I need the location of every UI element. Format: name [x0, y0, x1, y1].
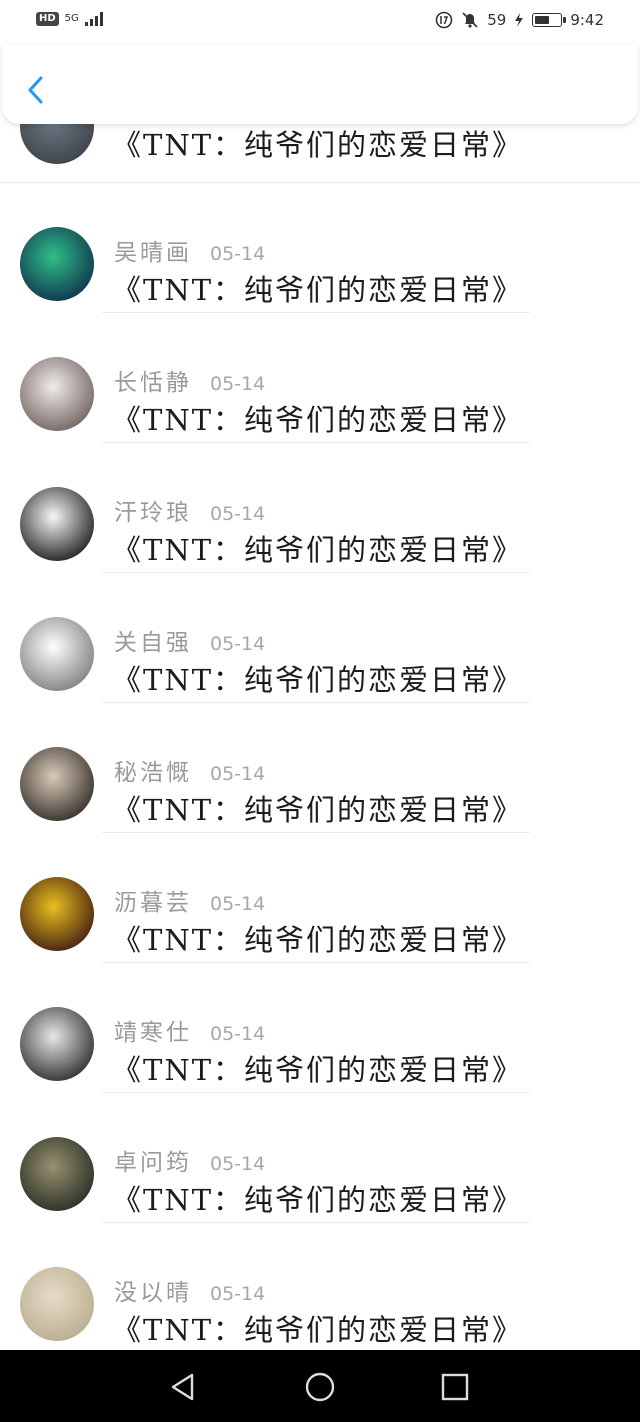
list-item[interactable]: 靖寒仕 05-14 《TNT：纯爷们的恋爱日常》	[0, 963, 640, 1093]
post-date: 05-14	[210, 1023, 266, 1045]
system-nav-bar	[0, 1350, 640, 1422]
list-item[interactable]: 秘浩慨 05-14 《TNT：纯爷们的恋爱日常》	[0, 703, 640, 833]
user-name: 长恬静	[114, 370, 192, 396]
status-left: HD 5G	[36, 12, 105, 26]
post-date: 05-14	[210, 243, 266, 265]
item-title[interactable]: 《TNT：纯爷们的恋爱日常》	[112, 1177, 523, 1219]
item-title[interactable]: 《TNT：纯爷们的恋爱日常》	[112, 1047, 523, 1089]
list-item[interactable]: 卓问筠 05-14 《TNT：纯爷们的恋爱日常》	[0, 1093, 640, 1223]
item-title[interactable]: 《TNT：纯爷们的恋爱日常》	[112, 657, 523, 699]
recents-square-icon[interactable]	[438, 1370, 472, 1404]
signal-icon	[84, 12, 103, 26]
item-title[interactable]: 《TNT：纯爷们的恋爱日常》	[112, 1307, 523, 1349]
avatar[interactable]	[20, 1007, 94, 1081]
list-item[interactable]: 长恬静 05-14 《TNT：纯爷们的恋爱日常》	[0, 313, 640, 443]
item-title[interactable]: 《TNT：纯爷们的恋爱日常》	[112, 122, 523, 164]
user-name: 靖寒仕	[114, 1020, 192, 1046]
item-meta: 长恬静 05-14	[114, 363, 265, 397]
item-meta: 汗玲琅 05-14	[114, 493, 265, 527]
app-header	[2, 44, 638, 124]
home-circle-icon[interactable]	[303, 1370, 337, 1404]
item-title[interactable]: 《TNT：纯爷们的恋爱日常》	[112, 917, 523, 959]
avatar[interactable]	[20, 747, 94, 821]
avatar[interactable]	[20, 357, 94, 431]
back-triangle-icon[interactable]	[166, 1370, 200, 1404]
item-meta: 沥暮芸 05-14	[114, 883, 265, 917]
charging-bolt-icon	[515, 13, 524, 27]
list-item[interactable]: 吴晴画 05-14 《TNT：纯爷们的恋爱日常》	[0, 183, 640, 313]
user-name: 秘浩慨	[114, 760, 192, 786]
item-meta: 卓问筠 05-14	[114, 1143, 265, 1177]
post-date: 05-14	[210, 503, 266, 525]
mute-bell-icon	[462, 12, 478, 28]
avatar[interactable]	[20, 227, 94, 301]
data-saver-icon	[435, 11, 453, 29]
post-date: 05-14	[210, 373, 266, 395]
user-name: 关自强	[114, 630, 192, 656]
list-item[interactable]: 沥暮芸 05-14 《TNT：纯爷们的恋爱日常》	[0, 833, 640, 963]
item-meta: 靖寒仕 05-14	[114, 1013, 265, 1047]
status-bar: HD 5G 59 9:42	[0, 0, 640, 44]
battery-icon	[532, 13, 567, 27]
item-meta: 秘浩慨 05-14	[114, 753, 265, 787]
list-item[interactable]: 汗玲琅 05-14 《TNT：纯爷们的恋爱日常》	[0, 443, 640, 573]
avatar[interactable]	[20, 1267, 94, 1341]
avatar[interactable]	[20, 487, 94, 561]
item-title[interactable]: 《TNT：纯爷们的恋爱日常》	[112, 267, 523, 309]
list-item[interactable]: 没以晴 05-14 《TNT：纯爷们的恋爱日常》	[0, 1223, 640, 1353]
chevron-left-icon[interactable]	[24, 72, 48, 108]
hd-badge: HD	[36, 12, 59, 26]
chapter-list: 《TNT：纯爷们的恋爱日常》 吴晴画 05-14 《TNT：纯爷们的恋爱日常》 长恬静 0…	[0, 60, 640, 1353]
user-name: 沥暮芸	[114, 890, 192, 916]
user-name: 没以晴	[114, 1280, 192, 1306]
status-right: 59 9:42	[435, 11, 604, 29]
network-label: 5G	[64, 13, 79, 24]
item-meta: 没以晴 05-14	[114, 1273, 265, 1307]
post-date: 05-14	[210, 893, 266, 915]
post-date: 05-14	[210, 1283, 266, 1305]
clock: 9:42	[570, 11, 604, 29]
item-title[interactable]: 《TNT：纯爷们的恋爱日常》	[112, 527, 523, 569]
avatar[interactable]	[20, 1137, 94, 1211]
item-title[interactable]: 《TNT：纯爷们的恋爱日常》	[112, 787, 523, 829]
avatar[interactable]	[20, 877, 94, 951]
user-name: 卓问筠	[114, 1150, 192, 1176]
battery-percent: 59	[487, 11, 507, 29]
list-item[interactable]: 关自强 05-14 《TNT：纯爷们的恋爱日常》	[0, 573, 640, 703]
avatar[interactable]	[20, 617, 94, 691]
item-title[interactable]: 《TNT：纯爷们的恋爱日常》	[112, 397, 523, 439]
item-meta: 关自强 05-14	[114, 623, 265, 657]
item-meta: 吴晴画 05-14	[114, 233, 265, 267]
user-name: 吴晴画	[114, 240, 192, 266]
post-date: 05-14	[210, 633, 266, 655]
post-date: 05-14	[210, 1153, 266, 1175]
user-name: 汗玲琅	[114, 500, 192, 526]
post-date: 05-14	[210, 763, 266, 785]
